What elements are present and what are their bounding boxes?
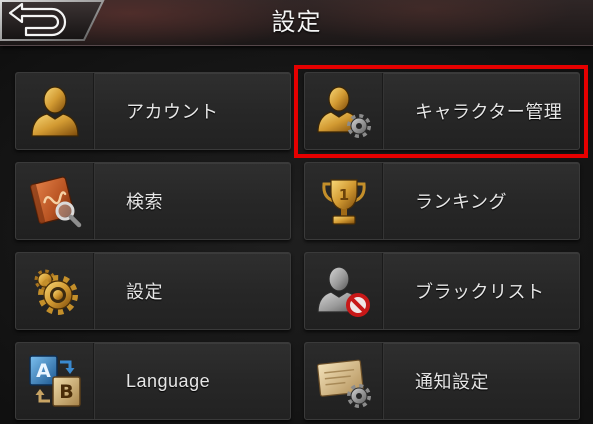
menu-item-search[interactable]: 検索 <box>15 162 291 240</box>
menu-item-label: キャラクター管理 <box>415 102 563 122</box>
menu-item-label: 検索 <box>126 192 163 212</box>
settings-screen: 設定 アカウント キャラクター管理 検索 1 ランキング 設定 ブラックリスト … <box>0 0 593 424</box>
menu-item-icon-cell: 1 <box>305 163 383 239</box>
back-button[interactable] <box>0 0 106 42</box>
trophy-base <box>331 215 356 225</box>
arrow-a-to-b-head <box>65 368 74 374</box>
gear-icon <box>34 269 78 315</box>
menu-item-blacklist[interactable]: ブラックリスト <box>304 252 580 330</box>
silhouette-head <box>327 266 350 292</box>
language-ab-icon: A B <box>28 355 81 407</box>
menu-item-account[interactable]: アカウント <box>15 72 291 150</box>
menu-item-notification-settings[interactable]: 通知設定 <box>304 342 580 420</box>
top-bar: 設定 <box>0 0 593 46</box>
gear-hole <box>355 123 362 129</box>
silhouette-head <box>327 86 350 112</box>
settings-menu-grid: アカウント キャラクター管理 検索 1 ランキング 設定 ブラックリスト A B… <box>0 48 593 424</box>
menu-item-icon-cell <box>16 253 94 329</box>
menu-item-ranking[interactable]: 1 ランキング <box>304 162 580 240</box>
trophy-stem <box>340 209 347 216</box>
menu-item-settings[interactable]: 設定 <box>15 252 291 330</box>
gear-hole <box>355 393 362 399</box>
menu-item-icon-cell <box>305 253 383 329</box>
arrow-b-to-a <box>38 394 50 403</box>
character-settings-icon <box>316 86 371 138</box>
menu-item-label: アカウント <box>126 102 219 122</box>
menu-item-icon-cell <box>305 343 383 419</box>
menu-item-label: Language <box>126 370 211 391</box>
menu-item-language[interactable]: A B Language <box>15 342 291 420</box>
account-silhouette-icon <box>30 86 79 137</box>
tile-a-letter: A <box>36 360 51 382</box>
large-gear-hub <box>52 290 63 300</box>
menu-item-character-management[interactable]: キャラクター管理 <box>304 72 580 150</box>
arrow-a-to-b <box>59 360 71 369</box>
tile-b-letter: B <box>59 381 73 403</box>
trophy-icon: 1 <box>321 179 366 225</box>
menu-item-icon-cell <box>16 73 94 149</box>
menu-item-icon-cell <box>16 163 94 239</box>
search-book-icon <box>29 176 81 228</box>
blacklist-icon <box>316 266 370 317</box>
menu-item-label: 通知設定 <box>415 372 489 392</box>
menu-item-icon-cell: A B <box>16 343 94 419</box>
back-arrow-icon <box>0 0 105 41</box>
silhouette-body <box>30 113 79 137</box>
arrow-b-to-a-head <box>35 389 44 395</box>
menu-item-label: ブラックリスト <box>415 282 545 302</box>
magnifier-handle <box>68 214 81 228</box>
notification-settings-icon <box>316 359 371 408</box>
trophy-rank-number: 1 <box>338 186 348 204</box>
silhouette-head <box>42 86 67 114</box>
menu-item-label: 設定 <box>126 282 163 302</box>
menu-item-icon-cell <box>305 73 383 149</box>
menu-item-label: ランキング <box>415 192 507 212</box>
